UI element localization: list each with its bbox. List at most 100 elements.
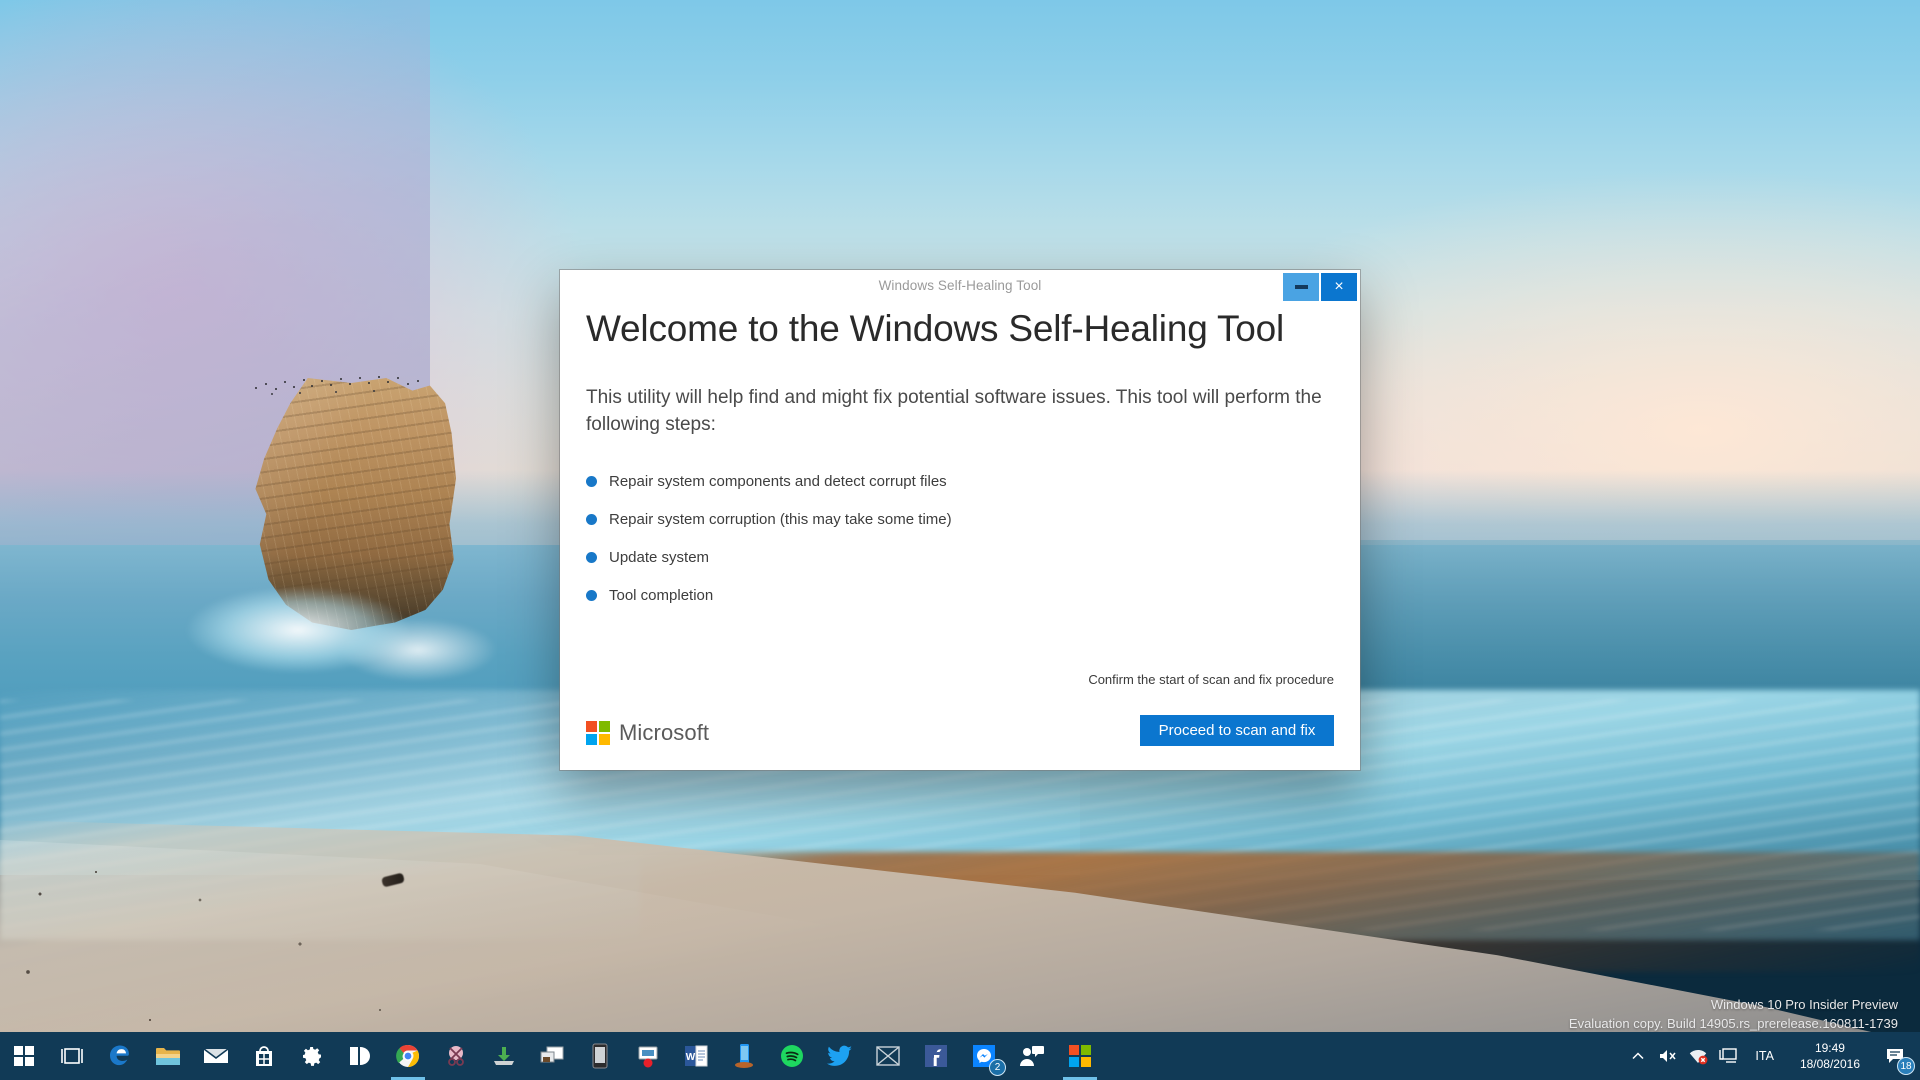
windows-app-icon — [350, 1047, 370, 1065]
action-center-badge: 18 — [1897, 1057, 1915, 1075]
clock-date: 18/08/2016 — [1799, 1057, 1860, 1071]
taskbar-item-screen-recorder[interactable] — [624, 1032, 672, 1080]
display-icon — [1719, 1048, 1738, 1063]
wallpaper-birds — [248, 372, 438, 406]
microsoft-wordmark: Microsoft — [619, 720, 710, 745]
taskbar-item-people[interactable] — [1008, 1032, 1056, 1080]
spotify-icon — [781, 1045, 803, 1067]
taskbar-item-store[interactable] — [240, 1032, 288, 1080]
close-icon: × — [1334, 278, 1344, 295]
list-item: Tool completion — [586, 587, 1334, 604]
snipping-tool-icon — [448, 1046, 464, 1066]
close-button[interactable]: × — [1321, 273, 1357, 301]
wallpaper-sand-specks — [0, 860, 560, 1060]
mobile-device-icon — [735, 1044, 753, 1068]
bullet-dot-icon — [586, 513, 597, 525]
volume-button[interactable] — [1653, 1032, 1683, 1080]
taskbar-item-windows-app[interactable] — [336, 1032, 384, 1080]
phone-icon — [592, 1043, 608, 1069]
page-title: Welcome to the Windows Self-Healing Tool — [586, 308, 1285, 349]
taskbar-item-office[interactable] — [1056, 1032, 1104, 1080]
screen-recorder-icon — [638, 1046, 658, 1068]
minimize-button[interactable] — [1283, 273, 1319, 301]
taskbar-item-snipping-tool[interactable] — [432, 1032, 480, 1080]
clock[interactable]: 19:49 18/08/2016 — [1786, 1040, 1874, 1072]
list-item: Update system — [586, 549, 1334, 566]
ms-square-yellow-icon — [599, 734, 610, 745]
ms-square-blue-icon — [586, 734, 597, 745]
edge-browser-icon — [110, 1045, 129, 1066]
bullet-dot-icon — [586, 475, 597, 487]
taskbar-item-downloads[interactable] — [480, 1032, 528, 1080]
window-titlebar[interactable]: Windows Self-Healing Tool × — [560, 270, 1360, 304]
office-icon — [1069, 1045, 1091, 1067]
language-indicator[interactable]: ITA — [1743, 1049, 1786, 1063]
ms-square-green-icon — [599, 721, 610, 732]
placeholder-icon — [876, 1046, 900, 1066]
messenger-badge: 2 — [989, 1059, 1006, 1076]
bullet-dot-icon — [586, 589, 597, 601]
taskbar-item-phone[interactable] — [576, 1032, 624, 1080]
display-button[interactable] — [1713, 1032, 1743, 1080]
settings-gear-icon — [303, 1047, 321, 1066]
word-icon: W — [685, 1045, 708, 1067]
taskbar[interactable]: W 2 ITA 19:49 18/08/2016 18 — [0, 1032, 1920, 1080]
watermark-line-1: Windows 10 Pro Insider Preview — [1710, 997, 1898, 1013]
microsoft-logo: Microsoft — [586, 720, 709, 746]
proceed-to-scan-and-fix-button[interactable]: Proceed to scan and fix — [1140, 715, 1334, 746]
window-controls: × — [1283, 273, 1357, 301]
windows-evaluation-watermark: Windows 10 Pro Insider Preview Evaluatio… — [1569, 996, 1898, 1034]
microsoft-squares-icon — [586, 721, 610, 745]
taskbar-item-facebook[interactable] — [912, 1032, 960, 1080]
step-label: Update system — [609, 548, 710, 566]
taskbar-item-file-explorer[interactable] — [144, 1032, 192, 1080]
chevron-up-icon — [1632, 1052, 1644, 1060]
file-explorer-icon — [156, 1048, 180, 1065]
list-item: Repair system corruption (this may take … — [586, 511, 1334, 528]
window-footer: Confirm the start of scan and fix proced… — [560, 660, 1360, 770]
store-icon — [256, 1046, 272, 1066]
svg-text:W: W — [686, 1052, 696, 1063]
step-label: Tool completion — [609, 586, 714, 604]
download-icon — [494, 1047, 514, 1065]
task-view-icon — [61, 1048, 83, 1064]
window-title: Windows Self-Healing Tool — [878, 278, 1042, 293]
facebook-icon — [925, 1045, 947, 1067]
twitter-icon — [827, 1045, 852, 1066]
taskbar-item-mail[interactable] — [192, 1032, 240, 1080]
volume-muted-icon — [1660, 1050, 1676, 1062]
taskbar-item-spotify[interactable] — [768, 1032, 816, 1080]
list-item: Repair system components and detect corr… — [586, 473, 1334, 490]
taskbar-item-twitter[interactable] — [816, 1032, 864, 1080]
taskbar-item-placeholder[interactable] — [864, 1032, 912, 1080]
start-button[interactable] — [0, 1032, 48, 1080]
steps-list: Repair system components and detect corr… — [586, 473, 1334, 604]
mail-icon — [203, 1048, 229, 1063]
network-button[interactable] — [1683, 1032, 1713, 1080]
remote-desktop-icon — [540, 1046, 564, 1063]
window-content: Welcome to the Windows Self-Healing Tool… — [560, 308, 1360, 604]
taskbar-item-remote-desktop[interactable] — [528, 1032, 576, 1080]
action-center-button[interactable]: 18 — [1874, 1032, 1916, 1080]
taskbar-item-chrome[interactable] — [384, 1032, 432, 1080]
intro-paragraph: This utility will help find and might fi… — [586, 387, 1322, 436]
show-hidden-icons-button[interactable] — [1623, 1032, 1653, 1080]
clock-time: 19:49 — [1814, 1040, 1845, 1055]
taskbar-item-messenger[interactable]: 2 — [960, 1032, 1008, 1080]
network-error-icon — [1690, 1049, 1708, 1065]
taskbar-item-edge[interactable] — [96, 1032, 144, 1080]
people-icon — [1020, 1046, 1044, 1066]
ms-square-red-icon — [586, 721, 597, 732]
taskbar-item-mobile-device[interactable] — [720, 1032, 768, 1080]
self-healing-tool-window[interactable]: Windows Self-Healing Tool × Welcome to t… — [560, 270, 1360, 770]
bullet-dot-icon — [586, 551, 597, 563]
system-tray: ITA 19:49 18/08/2016 18 — [1623, 1032, 1920, 1080]
step-label: Repair system components and detect corr… — [609, 472, 947, 490]
chrome-browser-icon — [396, 1044, 419, 1067]
step-label: Repair system corruption (this may take … — [609, 510, 952, 528]
taskbar-item-settings[interactable] — [288, 1032, 336, 1080]
taskbar-item-task-view[interactable] — [48, 1032, 96, 1080]
confirm-note: Confirm the start of scan and fix proced… — [1088, 672, 1334, 687]
taskbar-item-word[interactable]: W — [672, 1032, 720, 1080]
minimize-icon — [1294, 285, 1308, 289]
